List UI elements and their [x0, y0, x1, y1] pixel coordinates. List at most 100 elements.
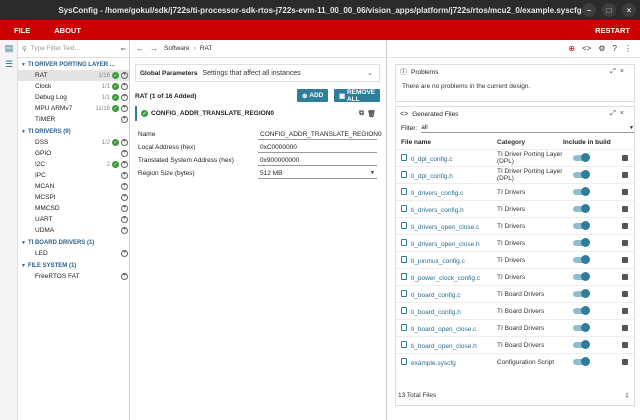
minimize-button[interactable]: –	[582, 3, 596, 17]
include-toggle[interactable]	[573, 153, 590, 162]
list-view-icon[interactable]: ☰	[0, 56, 18, 72]
file-link[interactable]: ti_board_open_close.h	[401, 340, 497, 350]
local-address-field[interactable]: 0xC0000000	[258, 143, 377, 153]
save-icon[interactable]	[622, 155, 628, 161]
tree-item[interactable]: LED +	[18, 248, 130, 259]
tree-item[interactable]: MCSPI +	[18, 192, 130, 203]
delete-icon[interactable]: 🗑	[367, 110, 376, 118]
include-toggle[interactable]	[573, 204, 590, 213]
tree-group[interactable]: ▼ TI DRIVER PORTING LAYER ...	[18, 60, 130, 70]
file-link[interactable]: ti_power_clock_config.c	[401, 272, 497, 282]
save-icon[interactable]	[622, 359, 628, 365]
region-size-select[interactable]: 512 MB ▼	[258, 169, 377, 179]
tree-item[interactable]: MCAN +	[18, 181, 130, 192]
download-icon[interactable]: ⇩	[624, 392, 630, 400]
add-instance-icon[interactable]: +	[121, 216, 128, 223]
tree-group[interactable]: ▼ TI BOARD DRIVERS (1)	[18, 238, 130, 248]
add-instance-icon[interactable]: +	[121, 250, 128, 257]
instance-row[interactable]: ✓ CONFIG_ADDR_TRANSLATE_REGION0 ⧉ 🗑	[135, 106, 380, 121]
save-icon[interactable]	[622, 240, 628, 246]
filter-input[interactable]: ⚲ Type Filter Text... ⇐	[18, 40, 130, 58]
include-toggle[interactable]	[573, 340, 590, 349]
expand-close-icons[interactable]: ⤢×	[610, 110, 628, 118]
add-instance-icon[interactable]: +	[121, 183, 128, 190]
save-icon[interactable]	[622, 206, 628, 212]
restart-button[interactable]: RESTART	[595, 26, 630, 35]
tree-group[interactable]: ▼ TI DRIVERS (9)	[18, 127, 130, 137]
more-icon[interactable]: ⋮	[624, 44, 632, 53]
add-instance-icon[interactable]: +	[121, 72, 128, 79]
tree-view-icon[interactable]: ▤	[0, 40, 18, 56]
name-field[interactable]: CONFIG_ADDR_TRANSLATE_REGION0	[258, 130, 382, 140]
file-link[interactable]: ti_drivers_open_close.h	[401, 238, 497, 248]
file-link[interactable]: ti_drivers_config.c	[401, 187, 497, 197]
add-instance-icon[interactable]: +	[121, 116, 128, 123]
save-icon[interactable]	[622, 223, 628, 229]
settings-icon[interactable]: ⚙	[598, 44, 605, 53]
save-icon[interactable]	[622, 308, 628, 314]
add-instance-icon[interactable]: +	[121, 161, 128, 168]
back-arrow-icon[interactable]: ←	[136, 44, 144, 53]
add-instance-icon[interactable]: +	[121, 139, 128, 146]
include-toggle[interactable]	[573, 238, 590, 247]
breadcrumb-software[interactable]: Software	[164, 45, 190, 52]
save-icon[interactable]	[622, 291, 628, 297]
save-icon[interactable]	[622, 325, 628, 331]
tree-item[interactable]: Clock 1/1 ✓ +	[18, 81, 130, 92]
tree-item[interactable]: FreeRTOS FAT +	[18, 271, 130, 282]
add-instance-icon[interactable]: +	[121, 105, 128, 112]
add-instance-icon[interactable]: +	[121, 83, 128, 90]
tree-item[interactable]: RAT 1/16 ✓ +	[18, 70, 130, 81]
collapse-icon[interactable]: ⇐	[121, 45, 126, 53]
tree-item[interactable]: TIMER +	[18, 114, 130, 125]
tree-item[interactable]: MPU ARMv7 11/16 ✓ +	[18, 103, 130, 114]
file-link[interactable]: ti_drivers_open_close.c	[401, 221, 497, 231]
save-icon[interactable]	[622, 342, 628, 348]
include-toggle[interactable]	[573, 357, 590, 366]
save-icon[interactable]	[622, 189, 628, 195]
tree-item[interactable]: DSS 1/2 ✓ +	[18, 137, 130, 148]
add-instance-icon[interactable]: +	[121, 227, 128, 234]
menu-about[interactable]: ABOUT	[40, 26, 91, 35]
code-view-icon[interactable]: <>	[582, 44, 591, 53]
include-toggle[interactable]	[573, 255, 590, 264]
chevron-down-icon[interactable]: ⌄	[367, 69, 373, 77]
file-link[interactable]: example.syscfg	[401, 357, 497, 367]
file-link[interactable]: ti_board_open_close.c	[401, 323, 497, 333]
close-window-button[interactable]: ×	[622, 3, 636, 17]
filter-select[interactable]: all ▼	[421, 123, 634, 133]
expand-close-icons[interactable]: ⤢×	[610, 68, 628, 76]
file-link[interactable]: ti_pinmux_config.c	[401, 255, 497, 265]
file-link[interactable]: ti_drivers_config.h	[401, 204, 497, 214]
global-parameters-section[interactable]: Global Parameters Settings that affect a…	[135, 64, 380, 82]
add-instance-icon[interactable]: +	[121, 172, 128, 179]
save-icon[interactable]	[622, 172, 628, 178]
add-instance-icon[interactable]: +	[121, 194, 128, 201]
tree-item[interactable]: UDMA +	[18, 225, 130, 236]
remove-all-button[interactable]: ▣ REMOVE ALL	[334, 89, 381, 103]
include-toggle[interactable]	[573, 306, 590, 315]
menu-file[interactable]: FILE	[0, 26, 40, 35]
include-toggle[interactable]	[573, 289, 590, 298]
tree-item[interactable]: I2C 2 ✓ +	[18, 159, 130, 170]
file-link[interactable]: ti_dpl_config.h	[401, 170, 497, 180]
add-instance-icon[interactable]: +	[121, 205, 128, 212]
save-icon[interactable]	[622, 274, 628, 280]
tree-item[interactable]: MMCSD +	[18, 203, 130, 214]
maximize-button[interactable]: □	[602, 3, 616, 17]
tree-item[interactable]: IPC +	[18, 170, 130, 181]
include-toggle[interactable]	[573, 221, 590, 230]
file-link[interactable]: ti_dpl_config.c	[401, 153, 497, 163]
help-icon[interactable]: ?	[613, 44, 617, 53]
add-instance-icon[interactable]: +	[121, 150, 128, 157]
tree-item[interactable]: Debug Log 1/1 ✓ +	[18, 92, 130, 103]
include-toggle[interactable]	[573, 187, 590, 196]
forward-arrow-icon[interactable]: →	[150, 44, 158, 53]
file-link[interactable]: ti_board_config.c	[401, 289, 497, 299]
device-view-icon[interactable]: ⊕	[568, 44, 575, 53]
tree-item[interactable]: UART +	[18, 214, 130, 225]
tree-group[interactable]: ▼ FILE SYSTEM (1)	[18, 261, 130, 271]
translated-address-field[interactable]: 0x900000000	[258, 156, 377, 166]
include-toggle[interactable]	[573, 170, 590, 179]
add-button[interactable]: ⊕ ADD	[297, 89, 329, 102]
